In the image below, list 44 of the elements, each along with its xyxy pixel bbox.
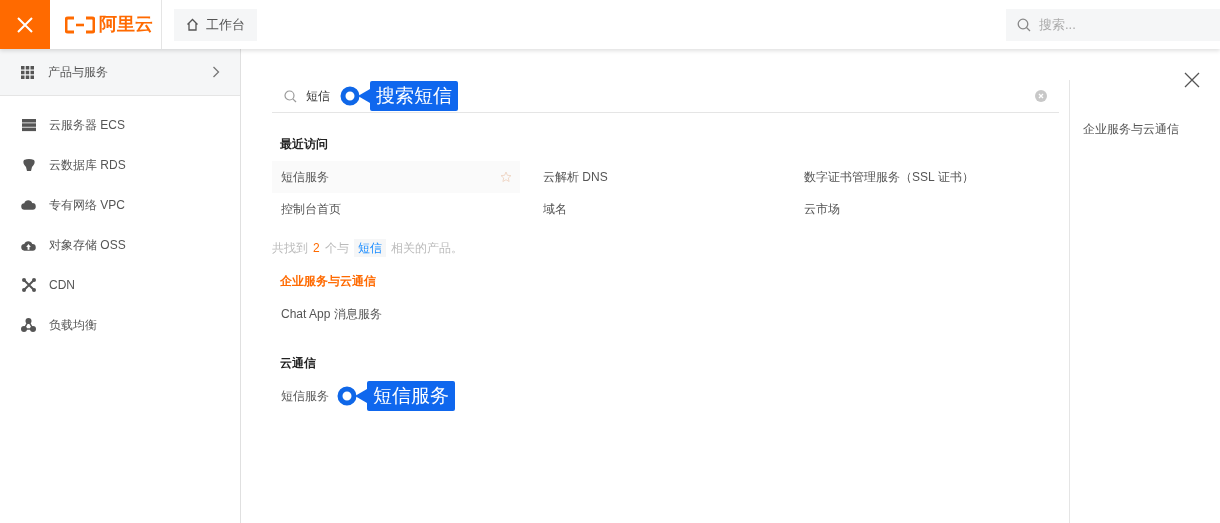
callout-label: 搜索短信 <box>358 81 458 111</box>
grid-icon <box>21 65 34 79</box>
category-heading: 云通信 <box>279 355 316 372</box>
workbench-tab[interactable]: 工作台 <box>174 8 257 41</box>
product-link[interactable]: 短信服务 <box>281 387 329 405</box>
logo-icon <box>65 15 95 34</box>
result-summary: 共找到 2 个与 短信 相关的产品。 <box>272 239 463 257</box>
recent-item[interactable]: 短信服务 <box>272 161 520 193</box>
sidebar-item[interactable]: 专有网络 VPC <box>0 185 240 225</box>
recent-item[interactable]: 云市场 <box>795 193 1045 225</box>
sidebar-item[interactable]: 云服务器 ECS <box>0 105 240 145</box>
search-field[interactable]: 搜索... <box>1006 8 1220 41</box>
products-menu-button[interactable]: 产品与服务 <box>0 49 240 96</box>
recent-item[interactable]: 数字证书管理服务（SSL 证书） <box>795 161 1045 193</box>
recent-item[interactable]: 域名 <box>534 193 781 225</box>
database-icon <box>21 158 36 172</box>
sidebar-item[interactable]: CDN <box>0 265 240 305</box>
product-link[interactable]: Chat App 消息服务 <box>281 305 382 323</box>
cloud-icon <box>21 199 36 211</box>
category-heading: 企业服务与云通信 <box>279 273 376 290</box>
chevron-right-icon <box>212 66 220 78</box>
marker-ring-icon <box>340 86 360 106</box>
nodes-icon <box>21 318 36 332</box>
callout-label: 短信服务 <box>355 381 455 411</box>
recent-item[interactable]: 云解析 DNS <box>534 161 781 193</box>
clear-icon[interactable] <box>1035 90 1047 102</box>
marker-ring-icon <box>337 386 357 406</box>
product-search-input[interactable]: 短信 <box>306 87 340 105</box>
logo-text: 阿里云 <box>99 13 153 36</box>
recent-item[interactable]: 控制台首页 <box>272 193 520 225</box>
server-icon <box>21 118 36 132</box>
star-icon[interactable] <box>500 171 512 183</box>
search-icon <box>1017 17 1031 32</box>
category-link[interactable]: 企业服务与云通信 <box>1083 120 1179 138</box>
close-button[interactable] <box>0 0 50 49</box>
sidebar-item[interactable]: 对象存储 OSS <box>0 225 240 265</box>
home-icon <box>186 18 199 31</box>
sidebar-item[interactable]: 负载均衡 <box>0 305 240 345</box>
section-heading: 最近访问 <box>279 136 328 153</box>
cloud-upload-icon <box>21 238 36 252</box>
close-icon <box>16 15 34 34</box>
search-icon <box>284 89 297 103</box>
network-nodes-icon <box>21 278 36 292</box>
sidebar-item[interactable]: 云数据库 RDS <box>0 145 240 185</box>
